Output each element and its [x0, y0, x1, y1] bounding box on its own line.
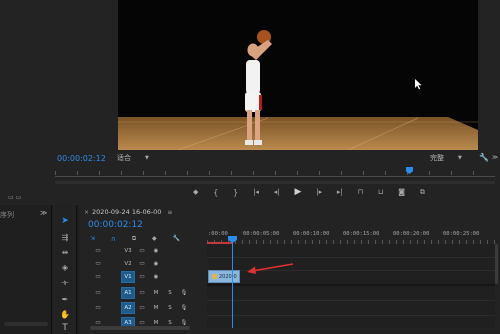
track-label-v1[interactable]: V1: [121, 271, 135, 283]
sync-lock-icon[interactable]: ▭: [135, 271, 149, 283]
fx-badge-icon: [212, 274, 217, 279]
track-label-v2[interactable]: V2: [121, 258, 135, 270]
timeline-options: ⇲ ∩ ⧉ ◆ 🔧: [90, 234, 180, 243]
solo-button[interactable]: S: [163, 302, 177, 314]
eye-icon[interactable]: ◉: [149, 245, 163, 257]
ripple-edit-icon[interactable]: ⇹: [59, 246, 71, 258]
track-select-icon[interactable]: ⇶: [59, 231, 71, 243]
track-headers: ▭ V3 ▭ ◉ ▭ V2 ▭ ◉ ▭ V1 ▭ ◉ ▭ A1 ▭ M S 🎙 …: [80, 244, 206, 329]
transport-controls: ◆ { } |◂ ◂| ▶ |▸ ▸| ⊓ ⊔ ◙ ⧉: [193, 186, 425, 198]
mute-button[interactable]: M: [149, 287, 163, 299]
track-header-a1: ▭ A1 ▭ M S 🎙: [80, 286, 206, 300]
sync-lock-icon[interactable]: ▭: [135, 245, 149, 257]
ruler-label: 00:00:10:00: [293, 231, 330, 237]
sync-lock-icon[interactable]: ▭: [135, 287, 149, 299]
ruler-label: 00:00:20:00: [393, 231, 430, 237]
eye-icon[interactable]: ◉: [149, 271, 163, 283]
close-icon[interactable]: ×: [84, 209, 89, 216]
insert-sequence-icon[interactable]: ⇲: [90, 235, 95, 242]
ruler-label: :00:00: [208, 231, 228, 237]
video-preview[interactable]: [118, 0, 478, 150]
microphone-icon[interactable]: 🎙: [177, 302, 191, 314]
left-panel-label: 序列: [0, 211, 14, 219]
timeline-settings-icon[interactable]: 🔧: [173, 235, 180, 242]
quality-dropdown-label: 完整: [430, 154, 444, 162]
pen-icon[interactable]: ✒: [59, 293, 71, 305]
track-lock-icon[interactable]: ▭: [91, 271, 105, 283]
expand-panels-icon[interactable]: ≫: [40, 209, 47, 217]
tools-panel: ➤ ⇶ ⇹ ◈ ⟛ ✒ ✋ T: [53, 205, 77, 334]
program-scrub-bar[interactable]: [55, 167, 495, 181]
track-label-a1[interactable]: A1: [121, 287, 135, 299]
ruler-label: 00:00:25:00: [443, 231, 480, 237]
program-timecode[interactable]: 00:00:02:12: [57, 154, 106, 163]
timeline-tab-label: 2020-09-24 16-06-00: [92, 208, 162, 216]
sync-lock-icon[interactable]: ▭: [135, 258, 149, 270]
selection-tool-icon[interactable]: ➤: [59, 215, 71, 227]
track-lock-icon[interactable]: ▭: [91, 258, 105, 270]
track-lock-icon[interactable]: ▭: [91, 302, 105, 314]
panel-menu-icon[interactable]: ≫: [491, 152, 499, 162]
extract-icon[interactable]: ⊔: [378, 188, 383, 196]
quality-dropdown[interactable]: 完整 ▼: [430, 153, 474, 163]
razor-icon[interactable]: ◈: [59, 261, 71, 273]
track-header-v1: ▭ V1 ▭ ◉: [80, 270, 206, 284]
left-panel-scrollbar[interactable]: [4, 322, 48, 326]
step-forward-icon[interactable]: |▸: [316, 188, 322, 196]
mouse-cursor-icon: [415, 79, 422, 90]
fit-dropdown-label: 适合: [117, 154, 131, 162]
chevron-down-icon: ▼: [458, 155, 462, 161]
go-to-out-icon[interactable]: ▸|: [337, 188, 343, 196]
lift-icon[interactable]: ⊓: [358, 188, 363, 196]
timeline-playhead-line: [232, 240, 233, 328]
export-frame-icon[interactable]: ◙: [398, 188, 405, 196]
timeline-horizontal-scrollbar[interactable]: [90, 326, 190, 330]
ruler-label: 00:00:05:00: [243, 231, 280, 237]
marker-icon[interactable]: ◆: [193, 188, 198, 196]
clip-label: 2020-0: [219, 273, 237, 280]
snap-icon[interactable]: ∩: [111, 235, 116, 243]
microphone-icon[interactable]: 🎙: [177, 287, 191, 299]
video-clip[interactable]: 2020-0: [208, 270, 240, 283]
track-label-v3[interactable]: V3: [121, 245, 135, 257]
track-lock-icon[interactable]: ▭: [91, 287, 105, 299]
tab-menu-icon[interactable]: ≡: [167, 209, 172, 216]
comparison-view-icon[interactable]: ⧉: [420, 188, 425, 197]
timeline-vertical-scrollbar[interactable]: [495, 244, 498, 284]
hand-icon[interactable]: ✋: [59, 308, 71, 320]
track-header-v3: ▭ V3 ▭ ◉: [80, 244, 206, 257]
play-icon[interactable]: ▶: [294, 187, 301, 197]
track-header-a2: ▭ A2 ▭ M S 🎙: [80, 301, 206, 315]
video-frame-image: [118, 30, 478, 150]
mark-out-icon[interactable]: }: [233, 188, 238, 197]
track-lanes[interactable]: 2020-0: [207, 244, 495, 328]
left-panel-icon-list[interactable]: ▭ ▭: [8, 194, 21, 201]
timeline-tab[interactable]: × 2020-09-24 16-06-00 ≡: [84, 208, 172, 216]
wrench-icon[interactable]: 🔧: [479, 152, 489, 162]
add-marker-icon[interactable]: ◆: [152, 235, 157, 242]
mark-in-icon[interactable]: {: [213, 188, 218, 197]
left-panel: [0, 205, 52, 334]
track-label-a2[interactable]: A2: [121, 302, 135, 314]
annotation-arrow-icon: [247, 263, 294, 274]
eye-icon[interactable]: ◉: [149, 258, 163, 270]
solo-button[interactable]: S: [163, 287, 177, 299]
mute-button[interactable]: M: [149, 302, 163, 314]
slip-icon[interactable]: ⟛: [59, 277, 71, 289]
timeline-timecode[interactable]: 00:00:02:12: [88, 220, 143, 230]
ruler-label: 00:00:15:00: [343, 231, 380, 237]
track-header-v2: ▭ V2 ▭ ◉: [80, 257, 206, 270]
linked-selection-icon[interactable]: ⧉: [132, 235, 136, 243]
fit-dropdown[interactable]: 适合 ▼: [117, 153, 161, 163]
chevron-down-icon: ▼: [145, 155, 149, 161]
track-lock-icon[interactable]: ▭: [91, 245, 105, 257]
type-icon[interactable]: T: [59, 322, 71, 334]
step-back-icon[interactable]: ◂|: [274, 188, 280, 196]
sync-lock-icon[interactable]: ▭: [135, 302, 149, 314]
monitor-scrollbar[interactable]: [55, 181, 495, 184]
go-to-in-icon[interactable]: |◂: [253, 188, 259, 196]
